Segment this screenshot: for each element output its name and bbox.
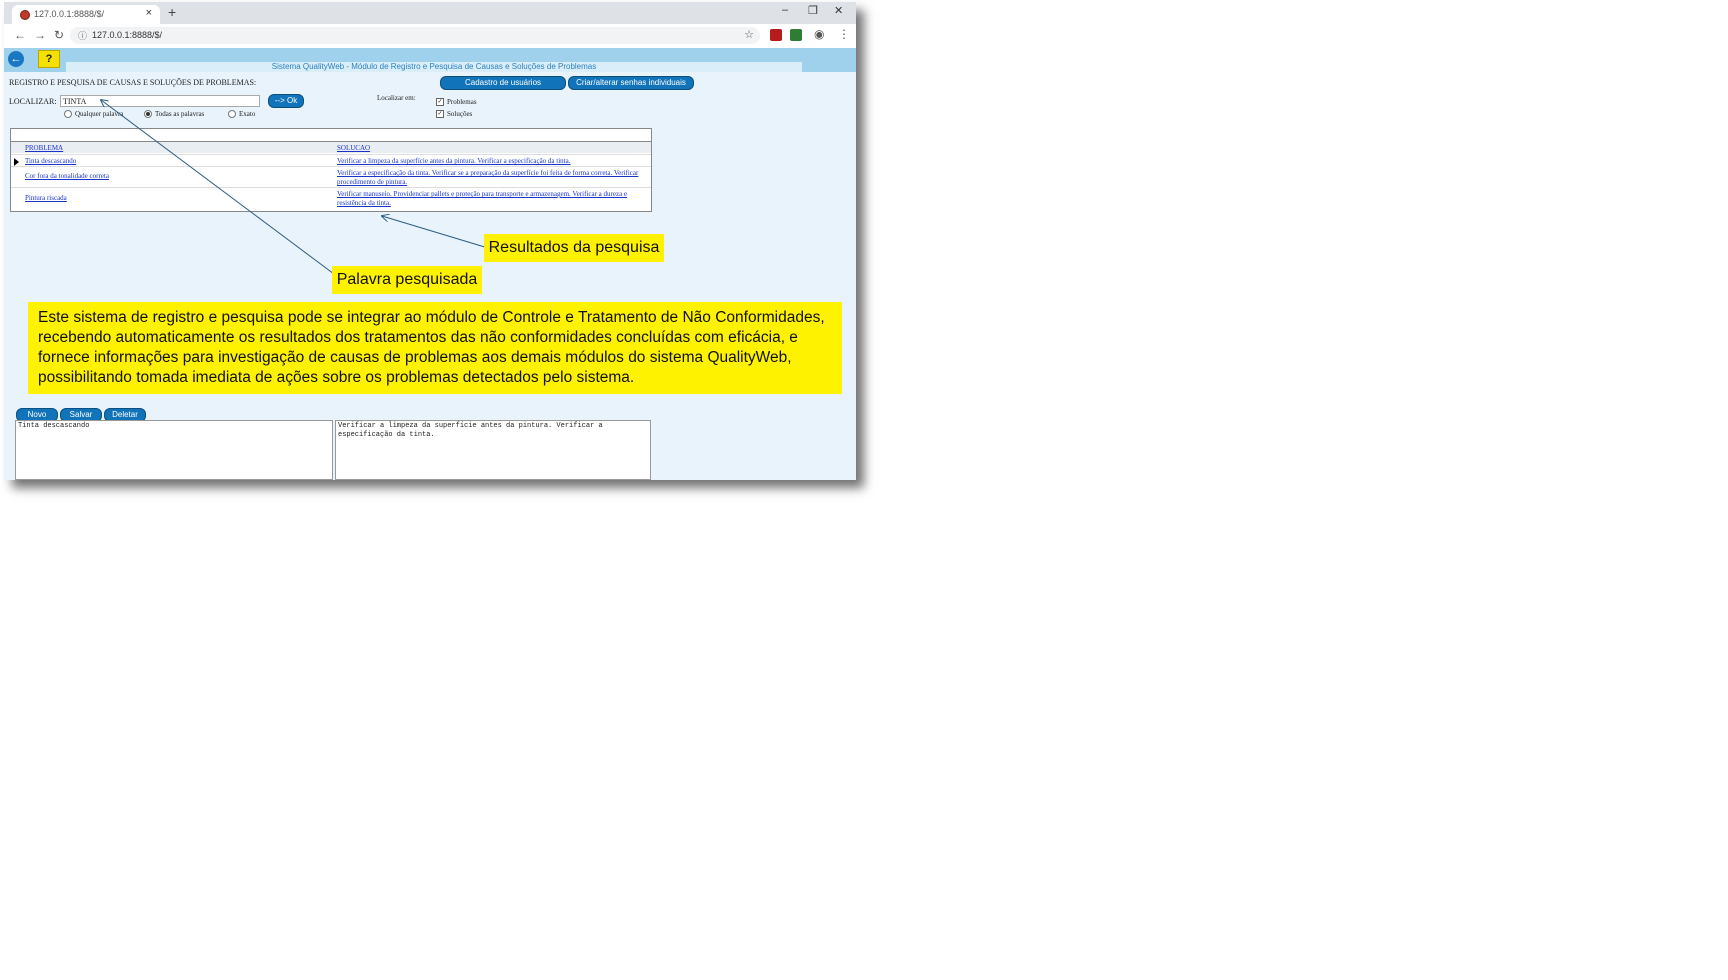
arrow-to-results <box>382 216 489 249</box>
callout-results: Resultados da pesquisa <box>484 234 664 262</box>
callout-searched-word: Palavra pesquisada <box>332 266 482 294</box>
arrow-to-search-word <box>101 100 335 275</box>
screenshot-frame: 127.0.0.1:8888/$/ × + – ❐ ✕ ← → ↻ ⓘ 127.… <box>4 2 856 480</box>
callout-description: Este sistema de registro e pesquisa pode… <box>28 302 842 394</box>
annotation-arrows <box>4 2 489 275</box>
